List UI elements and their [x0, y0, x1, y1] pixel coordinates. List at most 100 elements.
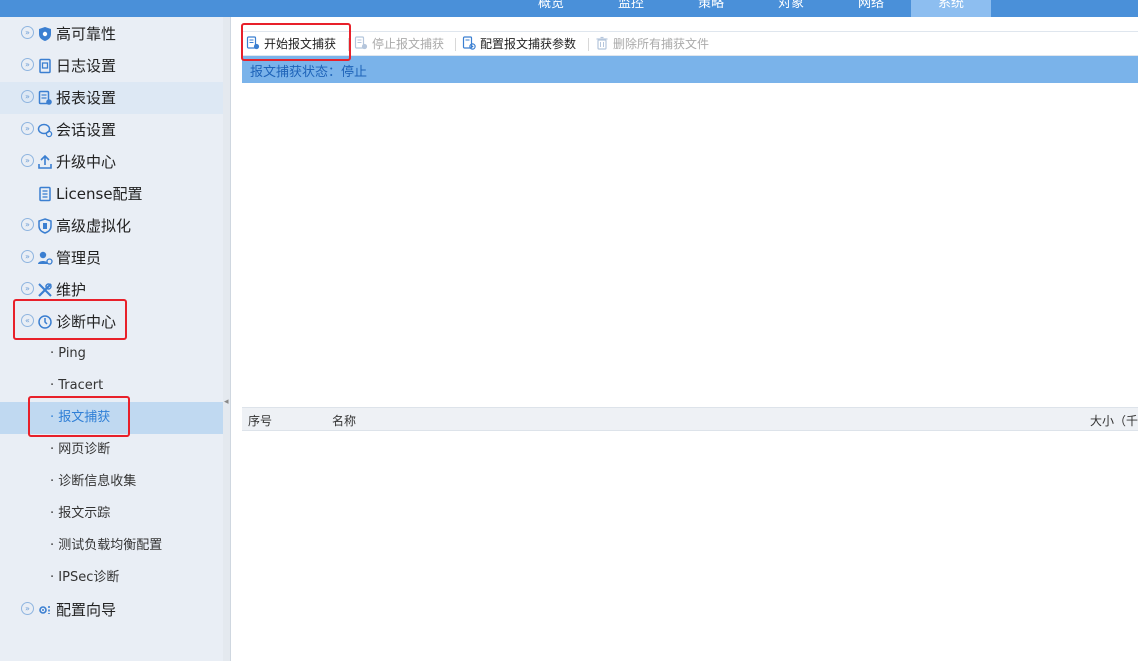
sidebar-subitem-label: · IPSec诊断 [50, 570, 120, 585]
tab-overview[interactable]: 概览 [511, 0, 591, 17]
diagnosis-icon [38, 315, 52, 329]
sidebar-subitem-label: · 网页诊断 [50, 442, 111, 457]
sidebar-item-label: 会话设置 [56, 121, 117, 139]
sidebar-item-label: 管理员 [56, 249, 102, 267]
sidebar-item-label: 配置向导 [56, 601, 117, 619]
config-capture-params-button[interactable]: 配置报文捕获参数 [462, 36, 576, 53]
log-icon [39, 58, 51, 74]
sidebar-subitem-label: · Ping [50, 346, 86, 361]
stop-capture-label: 停止报文捕获 [372, 37, 445, 51]
sidebar-subitem-text: 测试负载均衡配置 [58, 538, 163, 553]
chevron-right-icon: » [21, 250, 34, 263]
sidebar-item-config-wizard[interactable]: » 配置向导 [0, 594, 223, 626]
sidebar-item-label: 升级中心 [56, 153, 117, 171]
delete-all-capture-files-label: 删除所有捕获文件 [613, 37, 710, 51]
sidebar-subitem-packet-trace[interactable]: · 报文示踪 [0, 498, 223, 530]
sidebar-subitem-ping[interactable]: · Ping [0, 338, 223, 370]
column-header-index[interactable]: 序号 [248, 412, 272, 429]
sidebar-item-label: 日志设置 [56, 57, 117, 75]
column-header-size[interactable]: 大小（千 [1090, 412, 1138, 429]
session-icon [37, 123, 53, 138]
chevron-down-icon: « [21, 314, 34, 327]
sidebar-subitem-text: Ping [58, 346, 86, 361]
chevron-right-icon: » [21, 602, 34, 615]
tab-system[interactable]: 系统 [911, 0, 991, 17]
sidebar-item-log-settings[interactable]: » 日志设置 [0, 50, 223, 82]
top-nav: 概览 监控 策略 对象 网络 系统 [0, 0, 1138, 17]
sidebar-subitem-text: 报文捕获 [58, 410, 111, 425]
toolbar-divider [348, 38, 349, 51]
chevron-right-icon: » [21, 218, 34, 231]
sidebar-subitem-text: 诊断信息收集 [58, 474, 137, 489]
chevron-right-icon: » [21, 26, 34, 39]
sidebar-item-diagnosis-center[interactable]: « 诊断中心 [0, 306, 223, 338]
virtualization-icon [38, 218, 52, 234]
capture-files-table-body [242, 431, 1138, 661]
capture-files-table-header: 序号 名称 大小（千 [242, 407, 1138, 431]
sidebar-splitter[interactable] [223, 17, 231, 661]
upload-icon [38, 154, 52, 169]
capture-panel [242, 83, 1138, 407]
sidebar-subitem-packet-capture[interactable]: · 报文捕获 [0, 402, 223, 434]
tools-icon [38, 283, 52, 297]
sidebar-item-report-settings[interactable]: » 报表设置 [0, 82, 223, 114]
wizard-icon [39, 606, 50, 614]
sidebar-subitem-label: · 报文捕获 [50, 410, 111, 425]
sidebar-subitem-text: Tracert [58, 378, 104, 393]
app-root: 概览 监控 策略 对象 网络 系统 » 高可靠性 » 日志设置 » 报表设置 »… [0, 0, 1138, 661]
sidebar-item-administrator[interactable]: » 管理员 [0, 242, 223, 274]
sidebar-subitem-text: IPSec诊断 [58, 570, 120, 585]
sidebar-subitem-diag-info-collect[interactable]: · 诊断信息收集 [0, 466, 223, 498]
chevron-right-icon: » [21, 90, 34, 103]
sidebar-item-label: 高级虚拟化 [56, 217, 132, 235]
column-header-name[interactable]: 名称 [332, 412, 356, 429]
capture-toolbar: 开始报文捕获 停止报文捕获 配置报文捕获参数 删除所有捕获文件 [242, 31, 1138, 56]
sidebar-item-high-availability[interactable]: » 高可靠性 [0, 18, 223, 50]
collapse-arrow-icon[interactable]: ◂ [224, 395, 230, 409]
stop-capture-icon [354, 36, 368, 50]
sidebar-item-upgrade-center[interactable]: » 升级中心 [0, 146, 223, 178]
start-capture-button[interactable]: 开始报文捕获 [246, 36, 336, 53]
toolbar-divider [455, 38, 456, 51]
capture-status-bar: 报文捕获状态：停止 [242, 56, 1138, 83]
sidebar-subitem-label: · 报文示踪 [50, 506, 111, 521]
sidebar-item-label: 高可靠性 [56, 25, 117, 43]
sidebar-item-session-settings[interactable]: » 会话设置 [0, 114, 223, 146]
chevron-right-icon: » [21, 154, 34, 167]
shield-icon [39, 27, 51, 41]
sidebar-item-license[interactable]: License配置 [0, 178, 223, 210]
sidebar-subitem-label: · 测试负载均衡配置 [50, 538, 163, 553]
chevron-right-icon: » [21, 58, 34, 71]
sidebar-subitem-text: 报文示踪 [58, 506, 111, 521]
chevron-right-icon: » [21, 122, 34, 135]
sidebar-subitem-text: 网页诊断 [58, 442, 111, 457]
sidebar-item-label: 诊断中心 [56, 313, 117, 331]
tab-monitor[interactable]: 监控 [591, 0, 671, 17]
sidebar-item-maintenance[interactable]: » 维护 [0, 274, 223, 306]
tab-object[interactable]: 对象 [751, 0, 831, 17]
capture-status-text: 报文捕获状态：停止 [250, 65, 368, 80]
toolbar-divider [588, 38, 589, 51]
tab-policy[interactable]: 策略 [671, 0, 751, 17]
stop-capture-button[interactable]: 停止报文捕获 [354, 36, 444, 53]
start-capture-label: 开始报文捕获 [264, 37, 337, 51]
sidebar-item-label: 报表设置 [56, 89, 117, 107]
license-icon [39, 186, 51, 202]
sidebar-subitem-ipsec-diagnosis[interactable]: · IPSec诊断 [0, 562, 223, 594]
sidebar-subitem-label: · Tracert [50, 378, 104, 393]
sidebar-subitem-tracert[interactable]: · Tracert [0, 370, 223, 402]
start-capture-icon [246, 36, 260, 50]
trash-icon [596, 36, 608, 50]
admin-icon [38, 251, 53, 265]
sidebar-item-advanced-virtualization[interactable]: » 高级虚拟化 [0, 210, 223, 242]
chevron-right-icon: » [21, 282, 34, 295]
delete-all-capture-files-button[interactable]: 删除所有捕获文件 [595, 36, 709, 53]
report-icon [38, 90, 52, 105]
tab-network[interactable]: 网络 [831, 0, 911, 17]
config-capture-params-label: 配置报文捕获参数 [480, 37, 577, 51]
sidebar-subitem-test-lb-config[interactable]: · 测试负载均衡配置 [0, 530, 223, 562]
sidebar-item-label: 维护 [56, 281, 87, 299]
config-capture-icon [462, 36, 476, 50]
sidebar-subitem-label: · 诊断信息收集 [50, 474, 137, 489]
sidebar-subitem-web-diagnosis[interactable]: · 网页诊断 [0, 434, 223, 466]
